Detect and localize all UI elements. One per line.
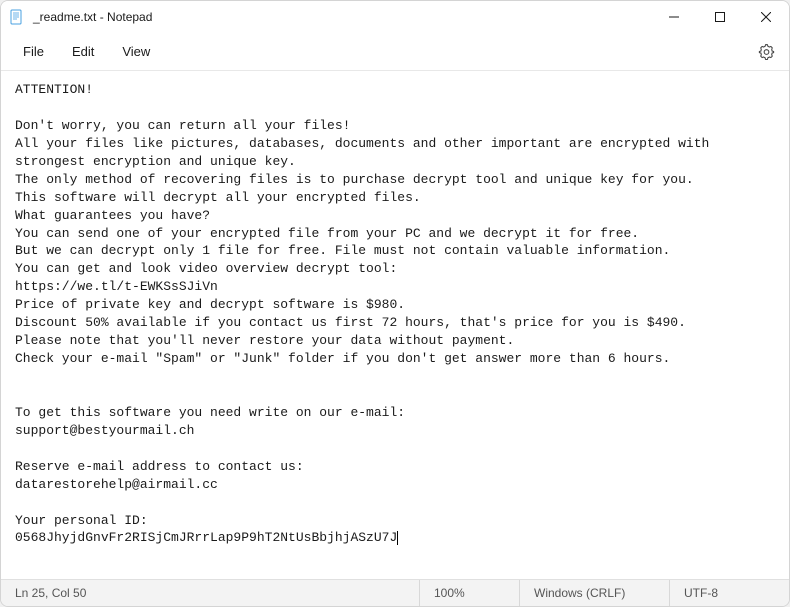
close-button[interactable] [743, 1, 789, 33]
notepad-app-icon [9, 9, 25, 25]
menu-file[interactable]: File [9, 38, 58, 65]
document-text: ATTENTION! Don't worry, you can return a… [15, 82, 717, 545]
menubar: File Edit View [1, 33, 789, 71]
menu-view[interactable]: View [108, 38, 164, 65]
minimize-button[interactable] [651, 1, 697, 33]
window-controls [651, 1, 789, 32]
text-editor-content[interactable]: ATTENTION! Don't worry, you can return a… [1, 71, 789, 579]
text-caret [397, 531, 398, 545]
settings-button[interactable] [752, 37, 781, 66]
titlebar: _readme.txt - Notepad [1, 1, 789, 33]
maximize-button[interactable] [697, 1, 743, 33]
menu-edit[interactable]: Edit [58, 38, 108, 65]
window-title: _readme.txt - Notepad [33, 10, 651, 24]
status-cursor-position: Ln 25, Col 50 [1, 580, 419, 606]
status-encoding: UTF-8 [669, 580, 789, 606]
menubar-left: File Edit View [9, 38, 164, 65]
minimize-icon [669, 12, 679, 22]
status-line-ending: Windows (CRLF) [519, 580, 669, 606]
notepad-window: _readme.txt - Notepad File Edit View A [0, 0, 790, 607]
status-zoom[interactable]: 100% [419, 580, 519, 606]
statusbar: Ln 25, Col 50 100% Windows (CRLF) UTF-8 [1, 579, 789, 606]
gear-icon [758, 43, 775, 60]
close-icon [761, 12, 771, 22]
maximize-icon [715, 12, 725, 22]
